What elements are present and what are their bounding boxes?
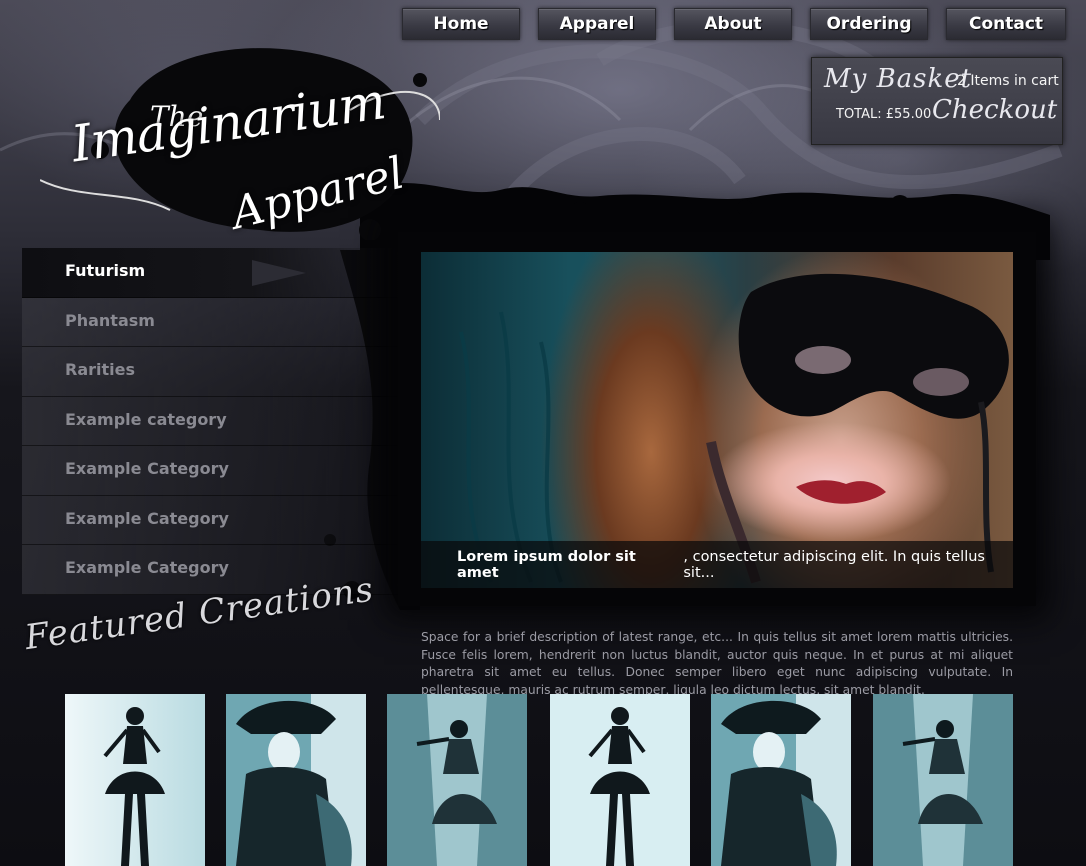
site-logo[interactable]: The Imaginarium Apparel: [40, 40, 440, 240]
corridor-dress-figure-icon: [387, 694, 527, 866]
masked-woman-illustration: [459, 273, 1009, 584]
basket-panel: My Basket 2 Items in cart TOTAL: £55.00 …: [811, 57, 1063, 145]
active-arrow-icon: [252, 260, 306, 286]
sidebar-item-example-3[interactable]: Example Category: [22, 495, 402, 545]
thumbnail-2[interactable]: [226, 694, 366, 866]
hero-image[interactable]: [421, 252, 1013, 588]
masked-cavalier-figure-icon: [711, 694, 851, 866]
sidebar-item-futurism[interactable]: Futurism: [22, 248, 402, 298]
top-navigation: Home Apparel About Ordering Contact: [402, 8, 1066, 40]
sidebar-item-label: Rarities: [65, 360, 135, 379]
sidebar-item-label: Futurism: [65, 261, 146, 280]
sidebar-item-example-2[interactable]: Example Category: [22, 446, 402, 496]
thumbnail-5[interactable]: [711, 694, 851, 866]
sidebar-item-label: Example Category: [65, 508, 229, 528]
basket-total: TOTAL: £55.00: [836, 107, 932, 122]
corridor-dress-figure-icon: [873, 694, 1013, 866]
featured-thumbnails: [65, 694, 1013, 866]
sidebar-item-phantasm[interactable]: Phantasm: [22, 297, 402, 347]
sidebar-item-label: Example Category: [65, 459, 229, 478]
thumbnail-4[interactable]: [550, 694, 690, 866]
range-description: Space for a brief description of latest …: [421, 630, 1013, 698]
nav-apparel[interactable]: Apparel: [538, 8, 656, 40]
nav-ordering[interactable]: Ordering: [810, 8, 928, 40]
hero-caption-bold: Lorem ipsum dolor sit amet: [457, 548, 636, 581]
checkout-button[interactable]: Checkout: [932, 95, 1057, 125]
basket-title[interactable]: My Basket: [824, 64, 972, 94]
nav-contact[interactable]: Contact: [946, 8, 1066, 40]
hero-caption-text: , consectetur adipiscing elit. In quis t…: [683, 548, 985, 581]
basket-item-count: 2 Items in cart: [957, 73, 1059, 89]
category-sidebar: Futurism Phantasm Rarities Example categ…: [22, 248, 402, 595]
masked-cavalier-figure-icon: [226, 694, 366, 866]
sidebar-item-rarities[interactable]: Rarities: [22, 347, 402, 397]
thumbnail-3[interactable]: [387, 694, 527, 866]
thumbnail-1[interactable]: [65, 694, 205, 866]
sidebar-item-label: Phantasm: [65, 310, 155, 330]
nav-about[interactable]: About: [674, 8, 792, 40]
corset-dress-figure-icon: [550, 694, 690, 866]
sidebar-item-label: Example Category: [65, 558, 229, 577]
hero-caption: Lorem ipsum dolor sit amet , consectetur…: [421, 541, 1013, 588]
sidebar-item-label: Example category: [65, 409, 227, 429]
sidebar-item-example-1[interactable]: Example category: [22, 396, 402, 446]
corset-dress-figure-icon: [65, 694, 205, 866]
thumbnail-6[interactable]: [873, 694, 1013, 866]
nav-home[interactable]: Home: [402, 8, 520, 40]
